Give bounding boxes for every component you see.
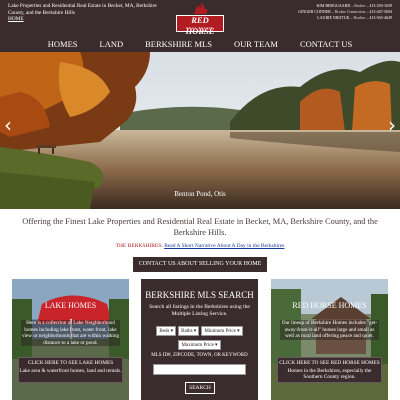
see-lake-homes-button[interactable]: CLICK HERE TO SEE LAKE HOMES Lake area &… <box>18 357 123 383</box>
narrative-link[interactable]: Read A Short Narrative About A Day in th… <box>164 243 284 249</box>
main-nav: HOMES LAND BERKSHIRE MLS OUR TEAM CONTAC… <box>0 36 400 52</box>
narrative-label: THE BERKSHIRES: <box>115 243 163 249</box>
red-horse-homes-panel: RED HORSE HOMES Our lineup of Berkshire … <box>271 279 388 400</box>
nav-item-land[interactable]: LAND <box>89 36 135 52</box>
hero-slideshow: ‹ › Benton Pond, Otis <box>0 52 400 209</box>
mls-keyword-input[interactable] <box>153 364 246 375</box>
tagline-text: Lake Properties and Residential Real Est… <box>8 3 157 16</box>
red-horse-homes-title: RED HORSE HOMES <box>292 301 367 310</box>
site-tagline: Lake Properties and Residential Real Est… <box>8 3 158 23</box>
header-bar: Lake Properties and Residential Real Est… <box>0 0 400 36</box>
mls-filter-row: Maximum Price ▾ <box>148 340 251 350</box>
max-price-select[interactable]: Maximum Price ▾ <box>178 340 221 350</box>
lake-photo <box>0 52 400 209</box>
hero-caption: Benton Pond, Otis <box>174 190 226 198</box>
lake-homes-panel: LAKE HOMES Here is a collection of Lake … <box>12 279 129 400</box>
intro-text: Offering the Finest Lake Properties and … <box>22 217 378 237</box>
contact-selling-button[interactable]: CONTACT US ABOUT SELLING YOUR HOME <box>133 257 267 272</box>
button-sub: Homes in the Berkshires, especially the … <box>287 367 372 381</box>
agent-line: LAURIE NIKITUK – Realtor – 413-563-4649 <box>317 15 392 20</box>
button-label: CLICK HERE TO SEE RED HORSE HOMES <box>279 360 380 366</box>
nav-item-our-team[interactable]: OUR TEAM <box>223 36 289 52</box>
lake-homes-description: Here is a collection of Lake Neighborhoo… <box>21 320 120 346</box>
red-horse-homes-description: Our lineup of Berkshire Homes includes "… <box>280 320 379 340</box>
nav-item-contact-us[interactable]: CONTACT US <box>289 36 363 52</box>
agent-contacts: KIM BERGGAARD – Broker – 413-250-1639 GI… <box>257 3 392 21</box>
mls-search-title: BERKSHIRE MLS SEARCH <box>145 290 254 300</box>
mls-search-panel: BERKSHIRE MLS SEARCH Search all listings… <box>141 279 258 400</box>
button-sub: Lake area & waterfront homes, land and r… <box>19 367 122 374</box>
mls-keyword-label: MLS ID#, ZIPCODE, TOWN, OR KEYWORD <box>151 353 248 358</box>
home-link[interactable]: HOME <box>8 16 24 22</box>
nav-item-homes[interactable]: HOMES <box>37 36 89 52</box>
chevron-right-icon[interactable]: › <box>388 115 396 135</box>
mls-description: Search all listings in the Berkshires us… <box>149 304 250 317</box>
logo-subtitle: REAL ESTATE <box>186 26 214 30</box>
button-label: CLICK HERE TO SEE LAKE HOMES <box>27 360 114 366</box>
beds-select[interactable]: Beds ▾ <box>156 326 177 336</box>
search-button[interactable]: SEARCH <box>185 382 215 394</box>
mls-filter-row: Beds ▾ Baths ▾ Minimum Price ▾ <box>148 326 251 336</box>
baths-select[interactable]: Baths ▾ <box>178 326 200 336</box>
chevron-left-icon[interactable]: ‹ <box>4 115 12 135</box>
narrative-line: THE BERKSHIRES: Read A Short Narrative A… <box>0 243 400 249</box>
nav-item-berkshire-mls[interactable]: BERKSHIRE MLS <box>134 36 223 52</box>
min-price-select[interactable]: Minimum Price ▾ <box>201 326 243 336</box>
see-red-horse-homes-button[interactable]: CLICK HERE TO SEE RED HORSE HOMES Homes … <box>277 357 382 383</box>
red-horse-logo[interactable]: RED HORSE REAL ESTATE <box>170 2 226 36</box>
lake-homes-title: LAKE HOMES <box>44 301 97 310</box>
